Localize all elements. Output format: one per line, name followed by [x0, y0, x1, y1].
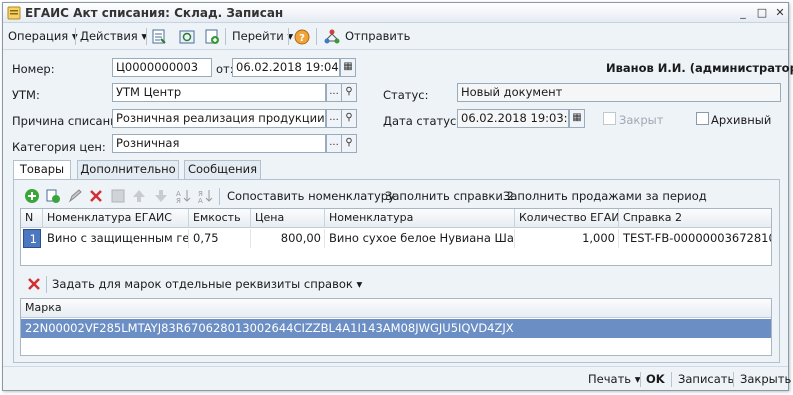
set-mark-references-label: Задать для марок отдельные реквизиты спр…	[52, 277, 353, 291]
from-label: от:	[216, 62, 234, 76]
reason-select-button[interactable]: ...	[326, 109, 342, 128]
set-mark-references-menu[interactable]: Задать для марок отдельные реквизиты спр…	[52, 277, 362, 291]
goods-panel: A Я Я A Сопоставить номенклатуру Заполни…	[13, 179, 780, 363]
table-row[interactable]: 22N00002VF285LMTAYJ83R670628013002644CIZ…	[21, 319, 771, 338]
edit-row-icon[interactable]	[67, 188, 83, 204]
minimize-button[interactable]: _	[736, 6, 750, 20]
sort-descending-icon: Я A	[198, 190, 213, 204]
column-header[interactable]: Справка 2	[619, 209, 771, 228]
close-window-button[interactable]: ✕	[773, 6, 787, 20]
svg-text:Я: Я	[176, 197, 181, 204]
reason-label: Причина списания:	[12, 114, 129, 128]
calendar-icon[interactable]: ▦	[340, 58, 356, 77]
marks-table-header: Марка	[21, 299, 771, 318]
number-label: Номер:	[12, 62, 55, 76]
fill-sales-button[interactable]: Заполнить продажами за период	[503, 189, 707, 203]
add-row-icon[interactable]	[24, 188, 40, 204]
goto-menu-label: Перейти	[232, 29, 284, 43]
title-bar: ЕГАИС Акт списания: Склад. Записан _ □ ✕	[3, 3, 788, 23]
print-label: Печать	[588, 372, 632, 386]
reason-field[interactable]: Розничная реализация продукции, не подле	[112, 109, 326, 128]
column-header[interactable]: Емкость	[189, 209, 251, 228]
marks-table: Марка 22N00002VF285LMTAYJ83R670628013002…	[20, 298, 772, 356]
help-icon[interactable]: ?	[293, 28, 311, 46]
sort-ascending-icon: A Я	[176, 190, 191, 204]
tab-goods[interactable]: Товары	[13, 160, 71, 180]
mark-code-cell[interactable]: 22N00002VF285LMTAYJ83R670628013002644CIZ…	[21, 319, 771, 338]
maximize-button[interactable]: □	[755, 6, 769, 20]
utm-select-button[interactable]: ...	[326, 83, 342, 102]
closed-checkbox	[603, 112, 616, 125]
capacity-cell[interactable]: 0,75	[189, 229, 251, 248]
print-menu[interactable]: Печать ▾	[588, 372, 640, 386]
ok-button[interactable]: OK	[646, 372, 665, 386]
archive-checkbox[interactable]	[696, 112, 709, 125]
tab-additional[interactable]: Дополнительно	[77, 160, 179, 179]
save-button[interactable]: Записать	[678, 372, 734, 386]
utm-field[interactable]: УТМ Центр	[112, 83, 326, 102]
fill-references-button[interactable]: Заполнить справки 2	[385, 189, 514, 203]
status-date-field: 06.02.2018 19:03:33	[457, 109, 569, 128]
price-category-select-button[interactable]: ...	[326, 134, 342, 153]
quantity-cell[interactable]: 1,000	[515, 229, 619, 248]
svg-text:?: ?	[299, 33, 305, 44]
reference-cell[interactable]: TEST-FB-000000036728104	[619, 229, 771, 248]
column-header[interactable]: Номенклатура ЕГАИС	[43, 209, 189, 228]
price-cell[interactable]: 800,00	[251, 229, 325, 248]
column-header[interactable]: Цена	[251, 209, 325, 228]
current-user: Иванов И.И. (администратор)	[606, 61, 793, 75]
goto-menu[interactable]: Перейти ▾	[232, 29, 293, 43]
actions-menu-label: Действия	[80, 29, 138, 43]
operation-menu[interactable]: Операция ▾	[8, 29, 78, 43]
egais-nomenclature-cell[interactable]: Вино с защищенным гео...	[43, 229, 189, 248]
document-window: ЕГАИС Акт списания: Склад. Записан _ □ ✕…	[2, 2, 793, 391]
bottom-bar: Печать ▾ OK Записать Закрыть	[3, 366, 791, 390]
date-field[interactable]: 06.02.2018 19:04:12	[232, 58, 340, 77]
delete-row-icon[interactable]	[88, 188, 104, 204]
column-header[interactable]: Номенклатура	[325, 209, 515, 228]
close-button[interactable]: Закрыть	[740, 372, 791, 386]
operation-menu-label: Операция	[8, 29, 69, 43]
move-down-icon	[155, 190, 167, 202]
match-nomenclature-button[interactable]: Сопоставить номенклатуру	[227, 189, 395, 203]
tab-messages[interactable]: Сообщения	[184, 160, 261, 179]
status-label: Статус:	[383, 88, 429, 102]
price-category-field[interactable]: Розничная	[112, 134, 326, 153]
actions-menu[interactable]: Действия ▾	[80, 29, 147, 43]
archive-label: Архивный	[711, 113, 772, 127]
end-edit-icon	[111, 189, 125, 203]
status-field: Новый документ	[457, 83, 781, 102]
utm-search-icon[interactable]: ⚲	[341, 83, 357, 102]
document-icon	[7, 6, 21, 20]
goods-table: N Номенклатура ЕГАИС Емкость Цена Номенк…	[20, 208, 772, 266]
copy-row-icon[interactable]	[45, 188, 61, 204]
price-category-label: Категория цен:	[12, 140, 106, 154]
closed-label: Закрыт	[619, 113, 664, 127]
status-calendar-icon: ▦	[569, 109, 585, 128]
column-header[interactable]: Марка	[21, 299, 771, 318]
number-field[interactable]: Ц0000000003	[112, 58, 212, 77]
move-up-icon	[133, 190, 145, 202]
refresh-icon[interactable]	[178, 28, 196, 46]
delete-mark-icon[interactable]	[26, 276, 42, 292]
reason-search-icon[interactable]: ⚲	[341, 109, 357, 128]
copy-document-icon[interactable]	[203, 28, 221, 46]
post-document-icon[interactable]	[151, 28, 169, 46]
table-row[interactable]: 1 Вино с защищенным гео... 0,75 800,00 В…	[21, 229, 771, 248]
main-toolbar: Операция ▾ Действия ▾ Перейти ▾ ? Отправ…	[3, 24, 788, 50]
send-button[interactable]: Отправить	[345, 29, 410, 43]
nomenclature-cell[interactable]: Вино сухое белое Нувиана Шардоне	[325, 229, 515, 248]
status-date-label: Дата статуса:	[383, 114, 468, 128]
goods-table-header: N Номенклатура ЕГАИС Емкость Цена Номенк…	[21, 209, 771, 228]
send-icon[interactable]	[323, 28, 341, 46]
price-category-search-icon[interactable]: ⚲	[341, 134, 357, 153]
utm-label: УТМ:	[12, 88, 40, 102]
window-title: ЕГАИС Акт списания: Склад. Записан	[25, 6, 284, 20]
row-number-cell[interactable]: 1	[23, 229, 41, 248]
column-header[interactable]: Количество ЕГАИС	[515, 209, 619, 228]
svg-text:A: A	[198, 197, 203, 204]
column-header[interactable]: N	[21, 209, 43, 228]
